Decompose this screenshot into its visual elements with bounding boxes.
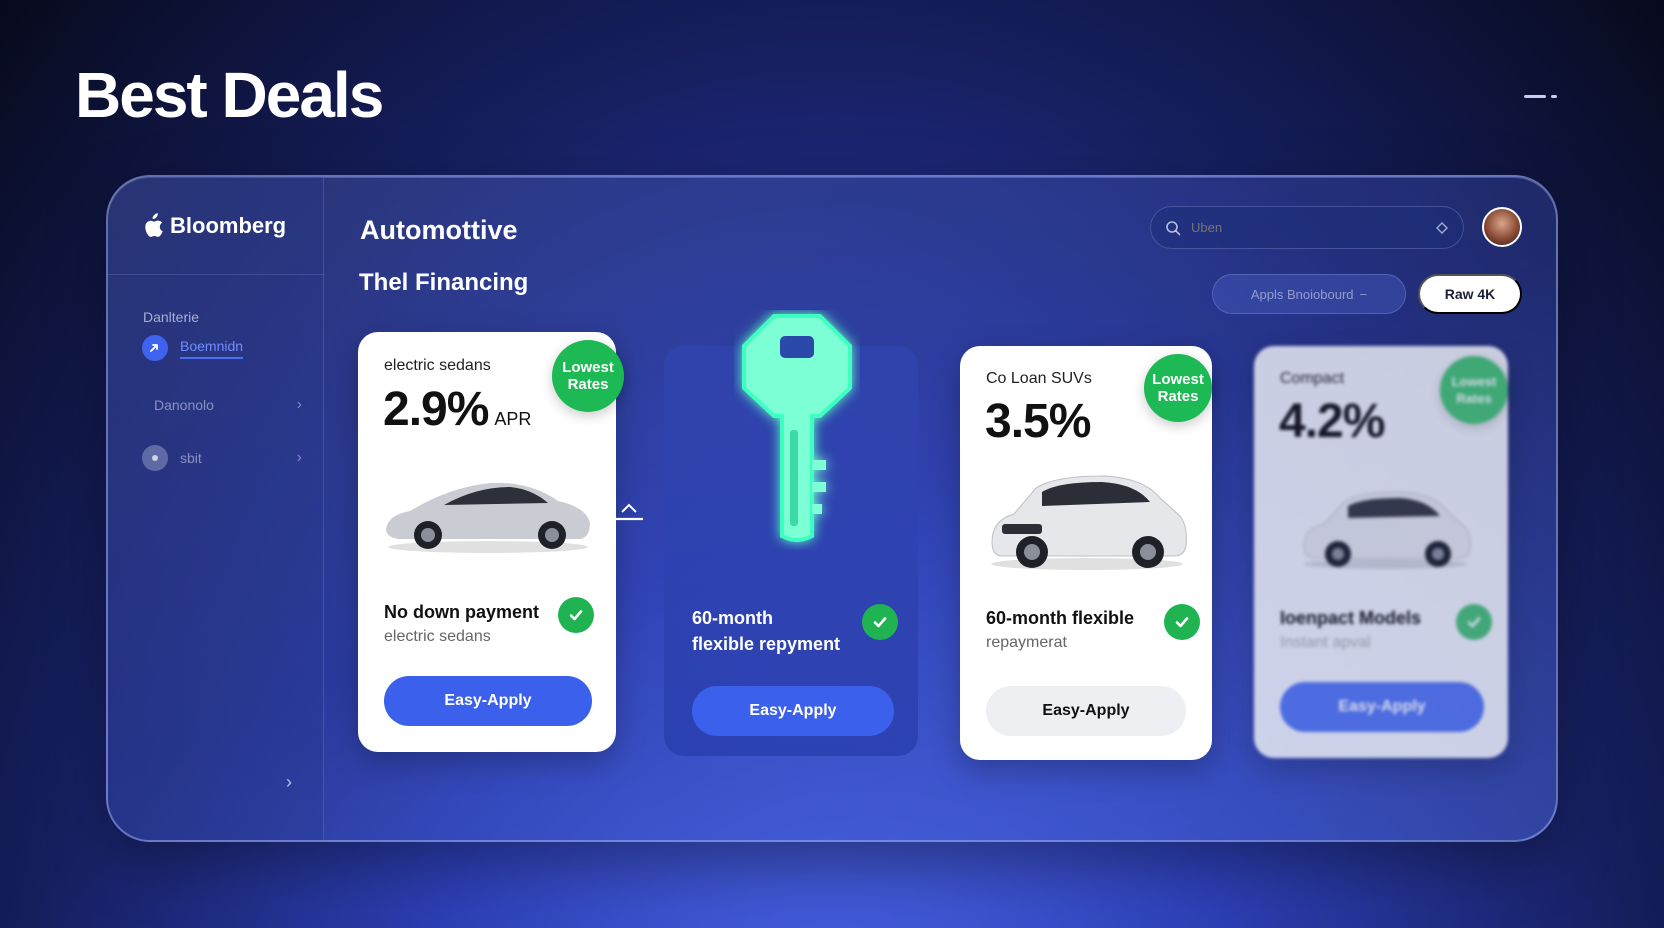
deal-card-flexible-repayment[interactable]: 60-month flexible repyment Easy-Apply [664, 314, 918, 756]
transfer-icon [615, 503, 643, 521]
sidebar-item-label: Boemnidn [180, 338, 244, 359]
key-icon [742, 314, 852, 542]
card-kicker: Co Loan SUVs [986, 370, 1092, 387]
deal-card-suv[interactable]: Co Loan SUVs 3.5% Lowest Rates 60-month … [960, 346, 1212, 760]
check-icon [862, 604, 898, 640]
lowest-rates-badge: Lowest Rates [1144, 354, 1212, 422]
window-minimize-control[interactable] [1524, 95, 1546, 98]
filter-label: Appls Bnoiobourd [1250, 286, 1354, 302]
search-icon [1166, 220, 1181, 235]
badge-line-2: Rates [567, 376, 609, 393]
suv-car-image [991, 475, 1187, 570]
sidebar: Bloomberg Danlterie Boemnidn Danonolo › … [108, 177, 324, 840]
page-headline: Best Deals [75, 59, 384, 131]
easy-apply-button[interactable]: Easy-Apply [692, 686, 894, 736]
clear-icon[interactable] [1435, 221, 1449, 235]
card-feature-title: No down payment [384, 602, 540, 622]
easy-apply-button[interactable]: Easy-Apply [384, 676, 592, 726]
sedan-car-image [386, 482, 590, 553]
easy-apply-button[interactable]: Easy-Apply [1280, 682, 1484, 732]
sidebar-item-label: Danonolo [154, 397, 214, 413]
card-feature-subtitle: Instant apval [1280, 634, 1371, 651]
card-rate: 3.5% [985, 395, 1091, 448]
badge-line-1: Lowest [1152, 371, 1204, 388]
brand[interactable]: Bloomberg [140, 213, 286, 239]
rate-unit: APR [494, 409, 532, 429]
card-kicker: electric sedans [384, 357, 491, 374]
badge-line-2: Rates [1456, 391, 1492, 406]
card-feature-subtitle: repaymerat [986, 634, 1067, 651]
deal-card-compact[interactable]: Compact 4.2% Lowest Rates Ioenpact Model… [1254, 346, 1508, 758]
card-rate: 2.9% APR [383, 382, 531, 437]
lowest-rates-badge: Lowest Rates [552, 340, 624, 412]
chevron-right-icon: › [296, 396, 302, 413]
filter-caret-icon: − [1359, 286, 1368, 302]
sidebar-collapse-chevron-icon[interactable]: › [286, 772, 292, 793]
sidebar-item-active[interactable]: Boemnidn [142, 335, 302, 361]
easy-apply-button[interactable]: Easy-Apply [986, 686, 1186, 736]
sidebar-divider [108, 274, 324, 275]
card-feature-title-2: flexible repyment [692, 634, 841, 654]
sidebar-section-label: Danlterie [143, 309, 200, 325]
card-feature-title: Ioenpact Models [1280, 608, 1422, 628]
card-kicker: Compact [1280, 370, 1345, 387]
sidebar-item-third[interactable]: sbit › [142, 445, 302, 471]
compact-suv-car-image [1303, 491, 1471, 569]
sidebar-item-label: sbit [180, 450, 202, 466]
apple-logo-icon [145, 213, 163, 237]
card-feature-title: 60-month flexible [986, 608, 1135, 628]
check-icon [558, 597, 594, 633]
lowest-rates-badge: Lowest Rates [1440, 356, 1508, 424]
card-rate: 4.2% [1279, 395, 1385, 448]
deal-card-electric-sedans[interactable]: electric sedans 2.9% APR Lowest Rates No … [358, 332, 624, 752]
circle-icon [142, 445, 168, 471]
user-avatar[interactable] [1482, 207, 1522, 247]
chevron-right-icon: › [296, 449, 302, 466]
card-feature-subtitle: electric sedans [384, 628, 491, 645]
filter-dropdown[interactable]: Appls Bnoiobourd − [1212, 274, 1406, 314]
card-feature-title: 60-month [692, 608, 773, 628]
loan-icon [142, 335, 168, 361]
search-bar[interactable] [1150, 206, 1464, 249]
window-control-dot[interactable] [1551, 95, 1557, 98]
sidebar-item-second[interactable]: Danonolo › [142, 392, 302, 418]
section-title: Automottive [360, 215, 518, 245]
badge-line-2: Rates [1157, 388, 1199, 405]
raw-4k-button[interactable]: Raw 4K [1418, 274, 1522, 314]
section-subtitle: Thel Financing [359, 269, 529, 296]
badge-line-1: Lowest [1451, 374, 1497, 389]
rate-value: 2.9% [383, 383, 489, 436]
brand-name: Bloomberg [170, 213, 287, 238]
check-icon [1164, 604, 1200, 640]
search-input[interactable] [1191, 220, 1425, 235]
check-icon [1456, 604, 1492, 640]
dashboard-panel: Bloomberg Danlterie Boemnidn Danonolo › … [106, 175, 1558, 842]
badge-line-1: Lowest [562, 359, 614, 376]
